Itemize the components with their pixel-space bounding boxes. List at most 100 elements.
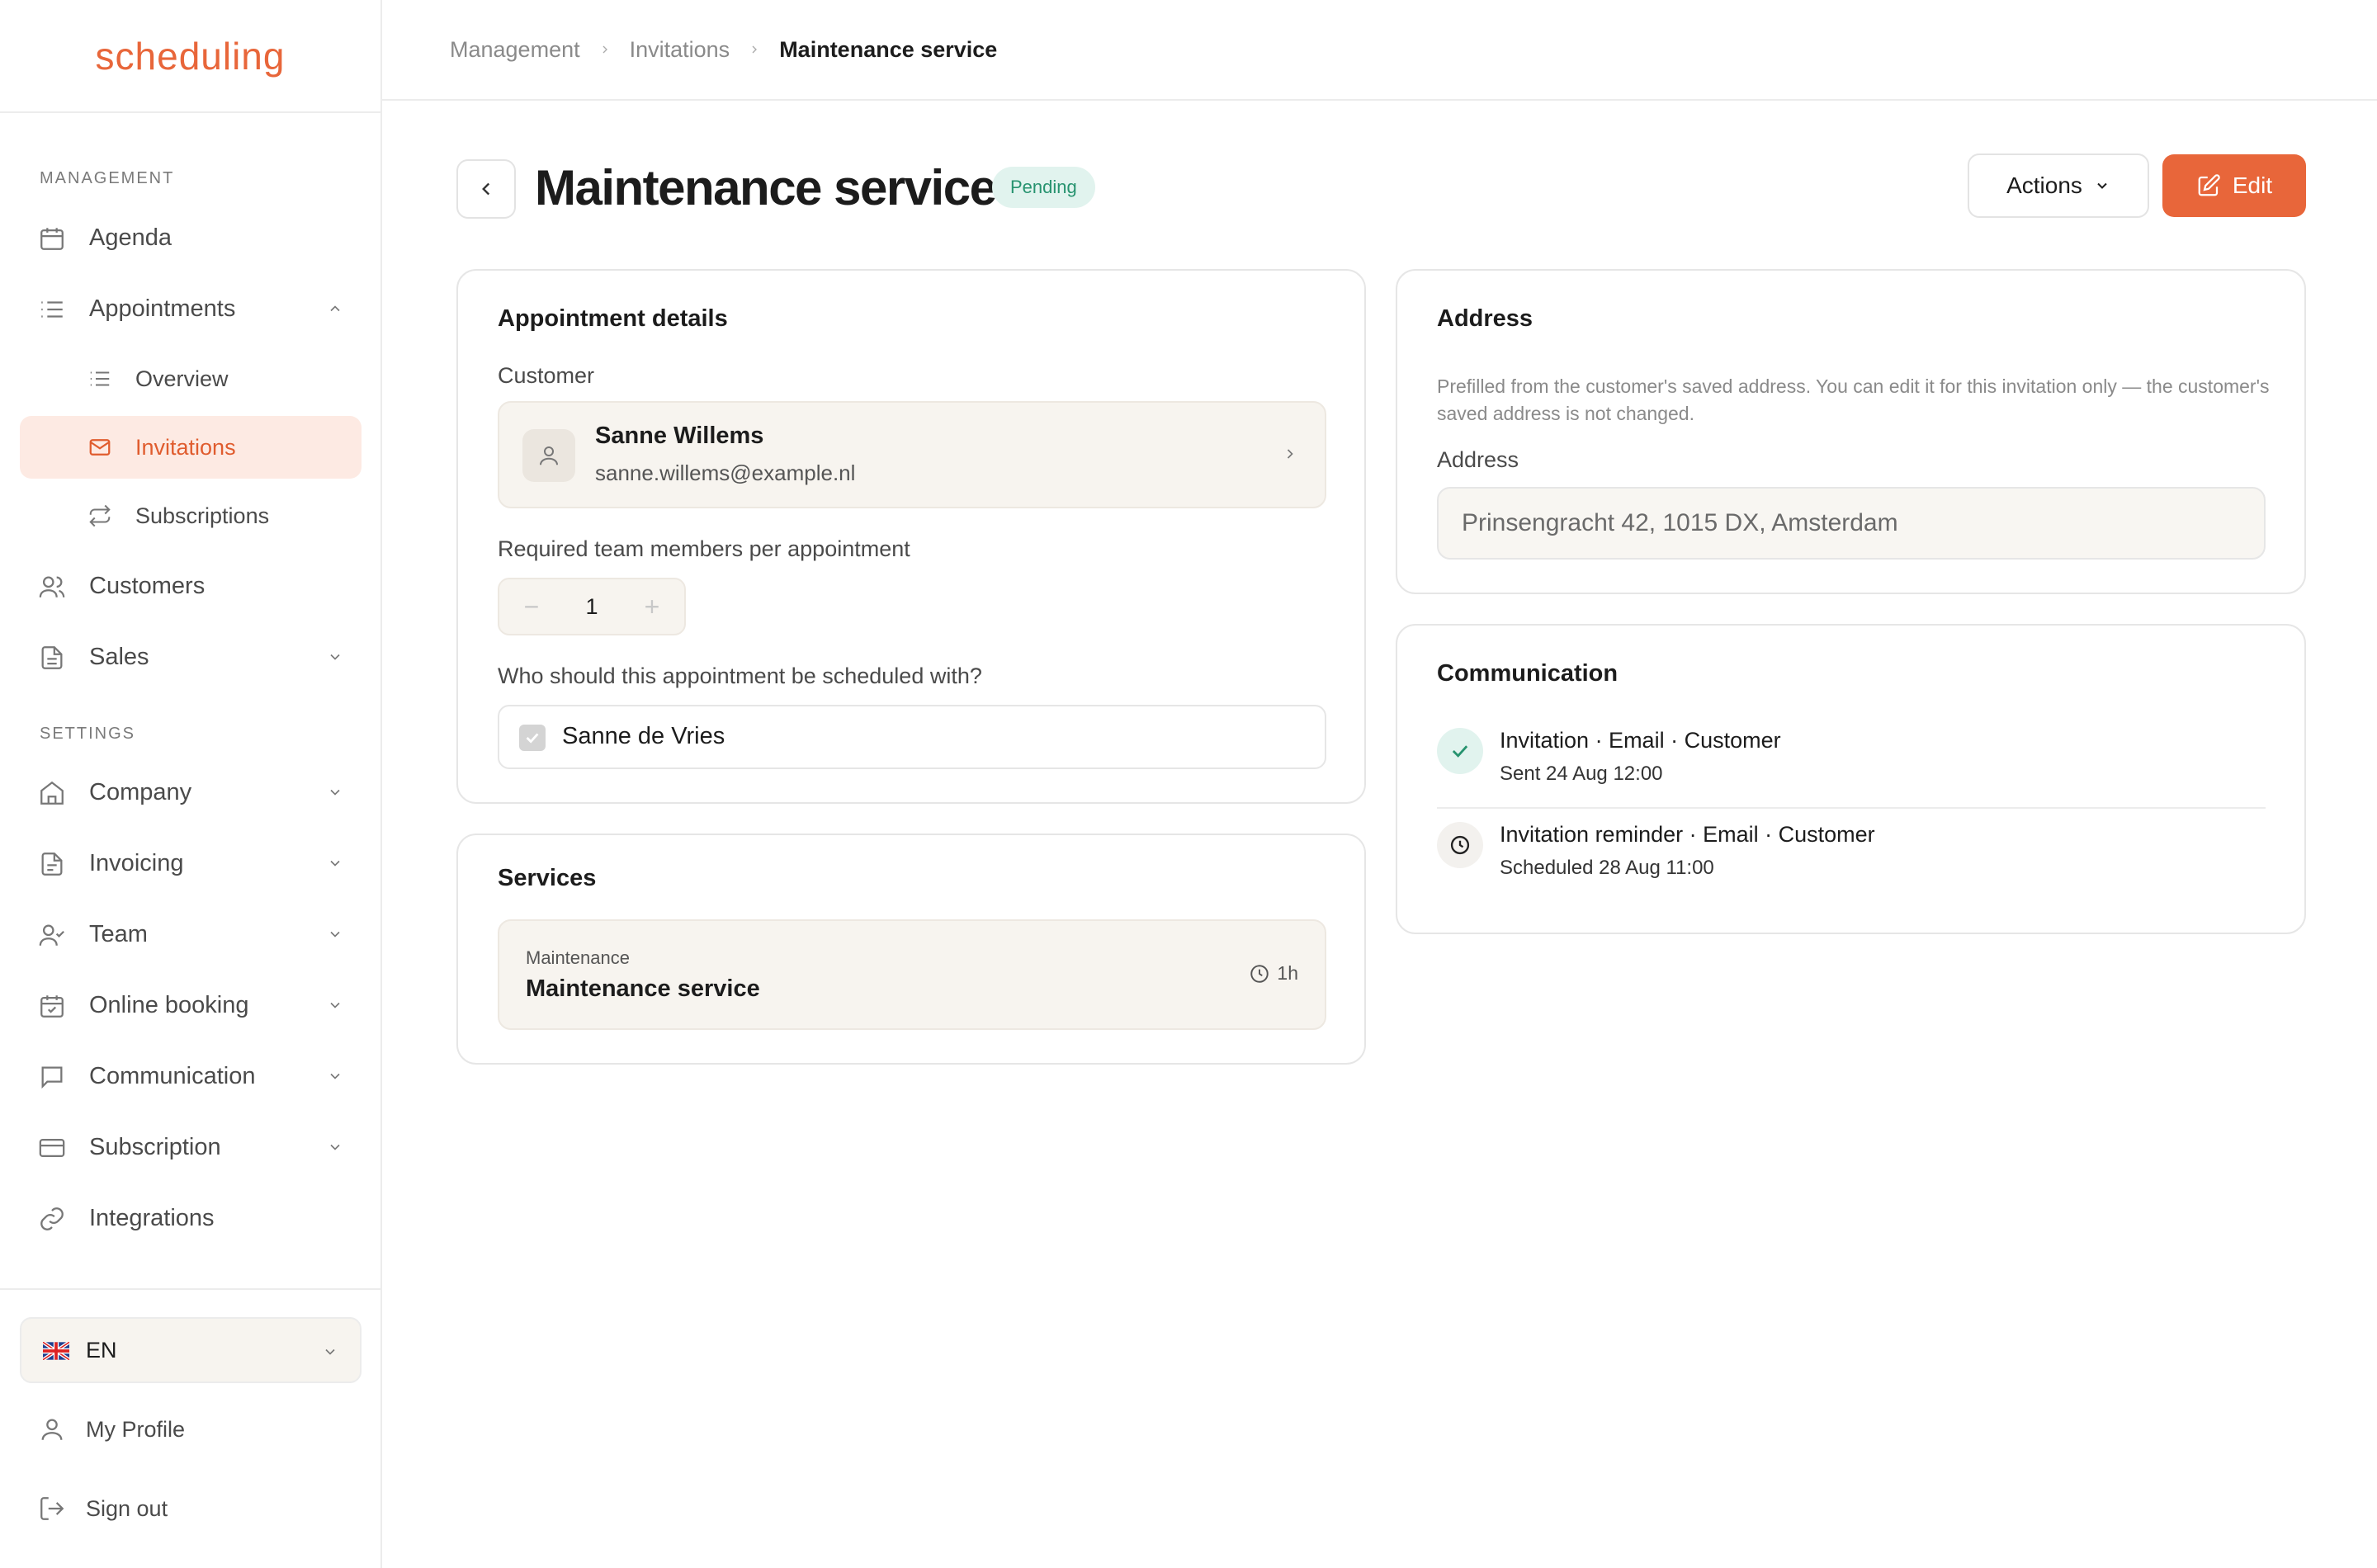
chevron-right-icon — [1287, 449, 1293, 459]
home-icon — [40, 781, 64, 805]
chevron-down-icon — [330, 931, 340, 937]
breadcrumb-invitations[interactable]: Invitations — [630, 37, 730, 63]
sidebar-item-label: Agenda — [89, 224, 172, 251]
check-icon — [1452, 745, 1468, 758]
chevron-down-icon — [330, 860, 340, 867]
team-members-stepper[interactable]: − 1 + — [498, 578, 686, 635]
status-scheduled-icon — [1437, 822, 1483, 868]
sidebar-item-label: Communication — [89, 1062, 256, 1089]
sidebar-item-integrations[interactable]: Integrations — [20, 1187, 362, 1249]
sidebar-item-invitations[interactable]: Invitations — [20, 416, 362, 479]
clock-icon — [1250, 964, 1269, 983]
member-name: Sanne de Vries — [562, 723, 725, 749]
sidebar-item-label: Overview — [135, 366, 229, 391]
sidebar-item-label: Invitations — [135, 434, 236, 460]
actions-label: Actions — [2006, 172, 2082, 198]
language-value: EN — [86, 1337, 117, 1363]
sidebar-item-subscriptions[interactable]: Subscriptions — [20, 484, 362, 547]
credit-card-icon — [39, 1138, 65, 1158]
service-duration: 1h — [1249, 962, 1298, 985]
repeat-icon — [89, 504, 111, 527]
chevron-down-icon — [330, 789, 340, 796]
communication-item-reminder[interactable]: Invitation reminder · Email · Customer S… — [1437, 822, 2266, 881]
chevron-down-icon — [330, 654, 340, 660]
scheduled-with-label: Who should this appointment be scheduled… — [498, 664, 982, 688]
chevron-down-icon — [330, 1073, 340, 1079]
sidebar-item-company[interactable]: Company — [20, 761, 362, 824]
chevron-down-icon — [325, 1348, 335, 1355]
chevron-left-icon — [482, 182, 490, 196]
team-member-option[interactable]: Sanne de Vries — [498, 705, 1326, 769]
avatar — [522, 429, 575, 482]
sidebar-item-agenda[interactable]: Agenda — [20, 206, 362, 269]
breadcrumb: Management Invitations Maintenance servi… — [382, 0, 2377, 101]
back-button[interactable] — [456, 159, 516, 219]
chevron-right-icon — [752, 45, 758, 54]
logo-text: scheduling — [95, 34, 286, 78]
app-logo[interactable]: scheduling — [0, 0, 380, 113]
actions-button[interactable]: Actions — [1968, 153, 2149, 218]
page-title: Maintenance service — [535, 160, 997, 215]
settings-section-label: SETTINGS — [40, 725, 136, 743]
service-duration-value: 1h — [1277, 962, 1298, 984]
chevron-down-icon — [2097, 182, 2107, 189]
services-heading: Services — [498, 865, 597, 891]
clock-icon — [1450, 835, 1470, 855]
edit-icon — [2198, 174, 2220, 196]
status-sent-icon — [1437, 728, 1483, 774]
sign-out-link[interactable]: Sign out — [20, 1482, 362, 1535]
customer-label: Customer — [498, 363, 595, 388]
chevron-down-icon — [330, 1002, 340, 1008]
sidebar-item-label: Appointments — [89, 295, 236, 322]
sign-out-icon — [40, 1497, 64, 1520]
list-icon — [41, 301, 63, 318]
link-icon — [40, 1207, 64, 1230]
address-field[interactable]: Prinsengracht 42, 1015 DX, Amsterdam — [1437, 487, 2266, 560]
appointment-details-heading: Appointment details — [498, 305, 728, 332]
check-icon — [526, 733, 539, 744]
my-profile-link[interactable]: My Profile — [20, 1403, 362, 1456]
customer-name: Sanne Willems — [595, 423, 764, 449]
increment-button[interactable]: + — [638, 593, 666, 621]
customer-card[interactable]: Sanne Willems sanne.willems@example.nl — [498, 401, 1326, 508]
sidebar-item-label: Team — [89, 920, 148, 947]
calendar-check-icon — [40, 995, 64, 1018]
sidebar-item-label: Customers — [89, 572, 206, 599]
sidebar-item-label: Subscriptions — [135, 503, 270, 528]
message-icon — [41, 1066, 63, 1089]
sidebar: scheduling MANAGEMENT Agenda Appointment… — [0, 0, 382, 1568]
communication-subtitle: Scheduled 28 Aug 11:00 — [1500, 857, 1714, 879]
communication-title: Invitation · Email · Customer — [1500, 728, 1781, 753]
management-section-label: MANAGEMENT — [40, 169, 175, 187]
sidebar-item-appointments[interactable]: Appointments — [20, 277, 362, 340]
edit-button[interactable]: Edit — [2162, 154, 2306, 217]
sidebar-item-online-booking[interactable]: Online booking — [20, 974, 362, 1037]
sidebar-item-label: Invoicing — [89, 849, 184, 876]
services-card: Services Maintenance Maintenance service… — [456, 834, 1366, 1065]
breadcrumb-management[interactable]: Management — [450, 37, 580, 63]
sidebar-item-customers[interactable]: Customers — [20, 555, 362, 617]
sidebar-item-label: Integrations — [89, 1204, 215, 1231]
chevron-down-icon — [330, 1144, 340, 1150]
calendar-icon — [40, 228, 64, 250]
sidebar-item-overview[interactable]: Overview — [20, 347, 362, 410]
address-label: Address — [1437, 447, 1519, 472]
service-item[interactable]: Maintenance Maintenance service 1h — [498, 919, 1326, 1030]
sidebar-item-team[interactable]: Team — [20, 903, 362, 966]
sidebar-item-sales[interactable]: Sales — [20, 626, 362, 688]
sidebar-item-invoicing[interactable]: Invoicing — [20, 832, 362, 895]
user-check-icon — [39, 924, 64, 946]
sidebar-item-communication[interactable]: Communication — [20, 1045, 362, 1108]
uk-flag-icon — [43, 1342, 69, 1360]
user-icon — [41, 1419, 63, 1440]
team-members-label: Required team members per appointment — [498, 536, 910, 561]
customer-email: sanne.willems@example.nl — [595, 460, 856, 485]
address-card: Address Prefilled from the customer's sa… — [1396, 269, 2306, 594]
communication-item-invitation[interactable]: Invitation · Email · Customer Sent 24 Au… — [1437, 728, 2266, 787]
appointment-details-card: Appointment details Customer Sanne Wille… — [456, 269, 1366, 804]
sidebar-item-subscription[interactable]: Subscription — [20, 1116, 362, 1178]
member-checkbox[interactable] — [519, 725, 546, 751]
address-heading: Address — [1437, 305, 1533, 332]
language-select[interactable]: EN — [20, 1317, 362, 1383]
edit-label: Edit — [2232, 172, 2273, 198]
